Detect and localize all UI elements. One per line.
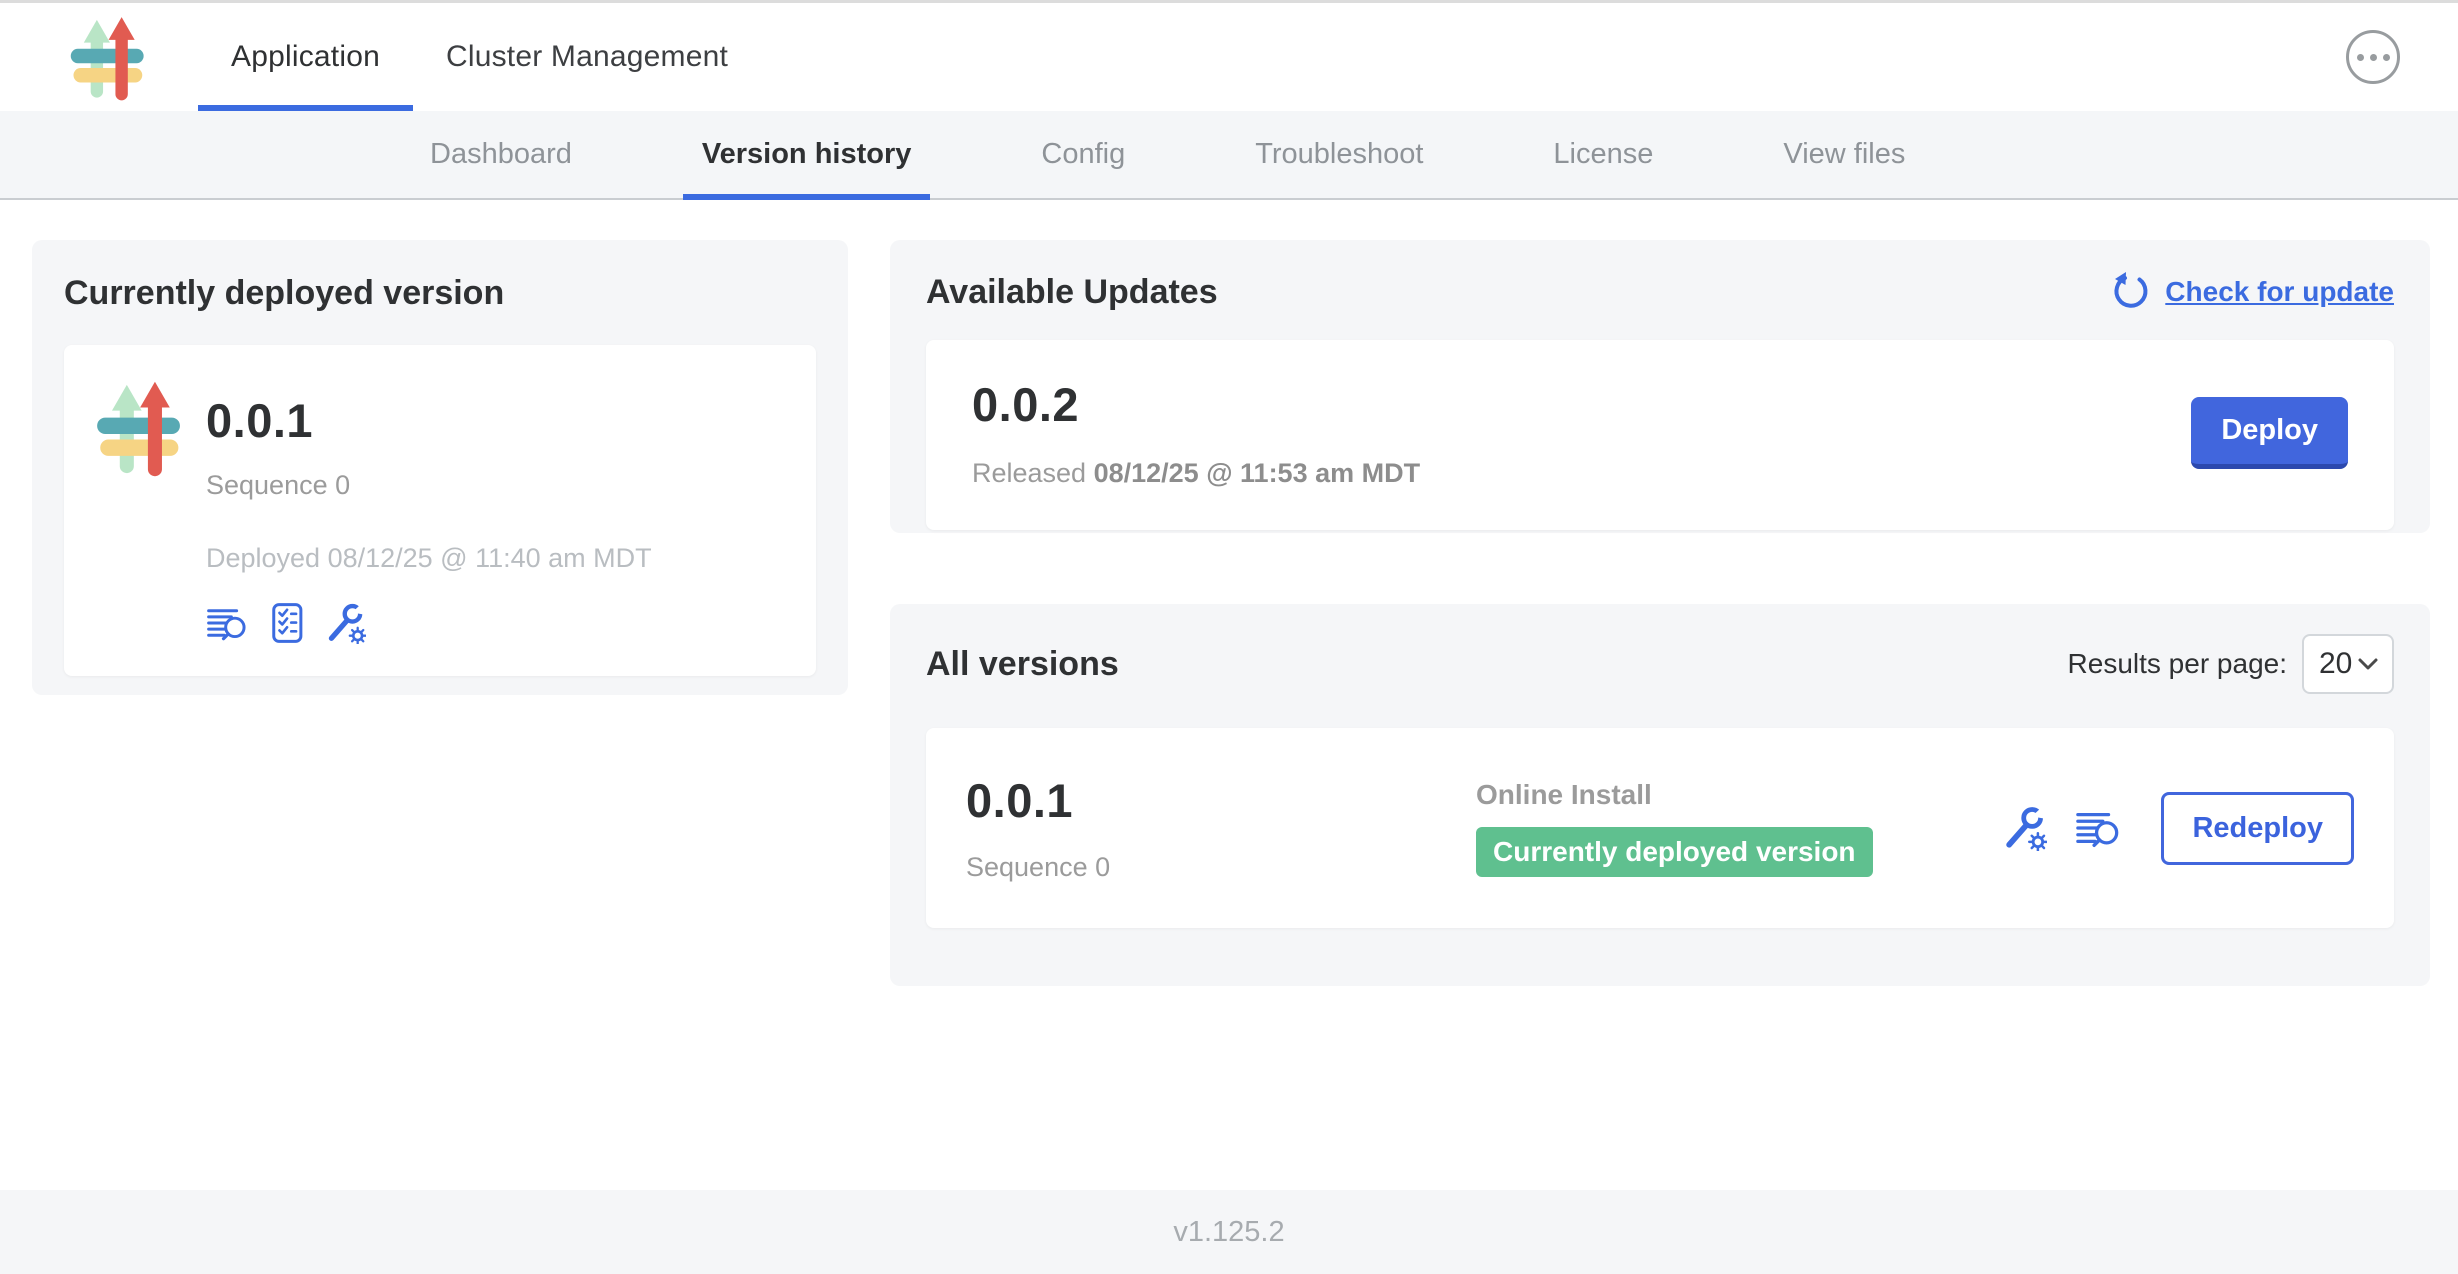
available-updates-title: Available Updates <box>926 273 1218 312</box>
config-wrench-gear-icon <box>324 632 366 647</box>
subnav-label-license: License <box>1553 138 1653 171</box>
row-version-number: 0.0.1 <box>966 773 1476 828</box>
tab-application[interactable]: Application <box>198 3 413 111</box>
subnav-label-view-files: View files <box>1783 138 1905 171</box>
row-deploy-logs-button[interactable] <box>2075 805 2121 851</box>
available-updates-card: Available Updates Check for update 0.0.2… <box>890 240 2430 533</box>
subnav-item-troubleshoot[interactable]: Troubleshoot <box>1236 111 1442 198</box>
deploy-logs-icon <box>206 632 248 647</box>
deployed-version-number: 0.0.1 <box>206 393 652 448</box>
check-for-update-label[interactable]: Check for update <box>2165 276 2394 308</box>
overflow-menu-button[interactable] <box>2346 30 2400 84</box>
update-released-line: Released 08/12/25 @ 11:53 am MDT <box>972 458 1420 489</box>
results-per-page: Results per page: 20 <box>2068 634 2394 694</box>
config-wrench-gear-icon <box>2001 839 2047 854</box>
currently-deployed-version-card: 0.0.1 Sequence 0 Deployed 08/12/25 @ 11:… <box>64 345 816 676</box>
footer: v1.125.2 <box>0 1190 2458 1274</box>
deploy-button[interactable]: Deploy <box>2191 397 2348 469</box>
released-prefix: Released <box>972 458 1086 488</box>
preflight-checks-button[interactable] <box>265 602 307 644</box>
deployed-sequence: Sequence 0 <box>206 470 652 501</box>
tab-cluster-management[interactable]: Cluster Management <box>413 3 761 111</box>
admin-console-version: v1.125.2 <box>1173 1216 1284 1249</box>
app-logo-icon <box>68 13 156 101</box>
preflight-checklist-icon <box>265 632 307 647</box>
redeploy-button[interactable]: Redeploy <box>2161 792 2354 865</box>
subnav-item-dashboard[interactable]: Dashboard <box>411 111 591 198</box>
subnav-label-troubleshoot: Troubleshoot <box>1255 138 1423 171</box>
available-update-row: 0.0.2 Released 08/12/25 @ 11:53 am MDT D… <box>926 340 2394 530</box>
currently-deployed-badge: Currently deployed version <box>1476 827 1873 877</box>
check-for-update-link[interactable]: Check for update <box>2112 272 2394 312</box>
version-row: 0.0.1 Sequence 0 Online Install Currentl… <box>926 728 2394 928</box>
deploy-logs-button[interactable] <box>206 602 248 644</box>
all-versions-title: All versions <box>926 645 1119 684</box>
row-edit-config-button[interactable] <box>2001 805 2047 851</box>
currently-deployed-title: Currently deployed version <box>64 274 816 313</box>
results-per-page-value: 20 <box>2319 647 2352 681</box>
subnav-item-version-history[interactable]: Version history <box>683 111 931 198</box>
subnav-label-dashboard: Dashboard <box>430 138 572 171</box>
app-logo-icon <box>94 377 194 650</box>
subnav-item-config[interactable]: Config <box>1022 111 1144 198</box>
deployed-timestamp: Deployed 08/12/25 @ 11:40 am MDT <box>206 543 652 574</box>
row-sequence: Sequence 0 <box>966 852 1476 883</box>
row-install-type: Online Install <box>1476 779 1873 811</box>
tab-application-label: Application <box>231 40 380 74</box>
subnav-label-config: Config <box>1041 138 1125 171</box>
top-nav: Application Cluster Management <box>0 0 2458 111</box>
deploy-logs-icon <box>2075 839 2121 854</box>
results-per-page-select[interactable]: 20 <box>2302 634 2394 694</box>
edit-config-button[interactable] <box>324 602 366 644</box>
subnav-label-version-history: Version history <box>702 138 912 171</box>
chevron-down-icon <box>2357 657 2379 671</box>
tab-cluster-management-label: Cluster Management <box>446 40 728 74</box>
update-version-number: 0.0.2 <box>972 377 1420 432</box>
all-versions-card: All versions Results per page: 20 0.0.1 … <box>890 604 2430 986</box>
deployed-version-actions <box>206 602 652 644</box>
subnav-item-license[interactable]: License <box>1534 111 1672 198</box>
refresh-icon <box>2112 272 2152 312</box>
subnav-item-view-files[interactable]: View files <box>1764 111 1924 198</box>
app-sub-nav: Dashboard Version history Config Trouble… <box>0 111 2458 200</box>
results-per-page-label: Results per page: <box>2068 648 2287 680</box>
row-actions: Redeploy <box>2001 792 2354 865</box>
ellipsis-icon <box>2357 54 2390 61</box>
released-date: 08/12/25 @ 11:53 am MDT <box>1094 458 1421 488</box>
currently-deployed-card: Currently deployed version 0.0.1 Sequenc… <box>32 240 848 695</box>
